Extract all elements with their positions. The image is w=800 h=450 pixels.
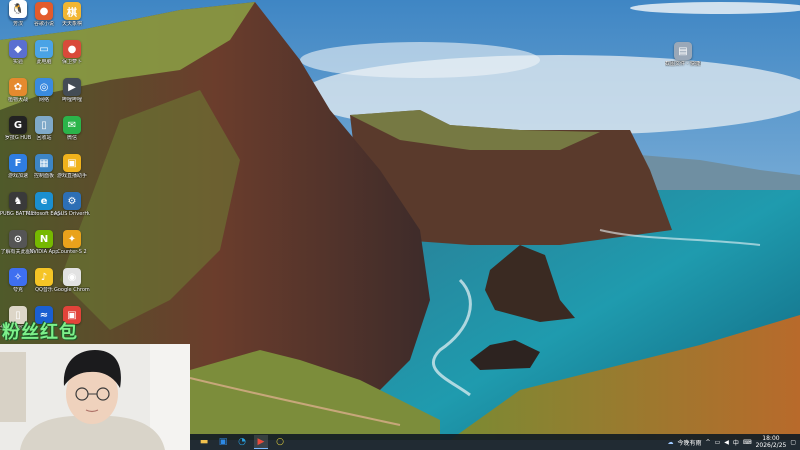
desktop-icon-label: ASUS DriverHub (54, 211, 90, 217)
app-icon: ♞ (9, 192, 27, 210)
app-icon: ▯ (35, 116, 53, 134)
app-icon: N (35, 230, 53, 248)
desktop-icon-screenshot-shortcut[interactable]: ▤ 截图文件 - 快捷方式 (665, 42, 701, 67)
app-icon: ● (63, 40, 81, 58)
taskbar-pinned-apps: ▬ ▣ ◔ ▶ ○ (192, 435, 287, 449)
app-icon: ♪ (35, 268, 53, 286)
app-icon: ▭ (35, 40, 53, 58)
app-icon: ✉ (63, 116, 81, 134)
clock-date: 2026/2/25 (755, 442, 787, 449)
taskbar-clock[interactable]: 18:00 2026/2/25 (756, 435, 787, 449)
app-icon: ◉ (63, 268, 81, 286)
desktop-icon[interactable]: ▶ 哔哩哔哩 (54, 78, 90, 103)
app-icon: ● (35, 2, 53, 20)
desktop-icon-label: 微信 (66, 135, 77, 141)
app-icon: ▶ (63, 78, 81, 96)
desktop-icon-label: 游戏直播助手 (56, 173, 87, 179)
app-icon: F (9, 154, 27, 172)
volume-icon[interactable]: ◀ (724, 439, 729, 446)
weather-text[interactable]: 今晚有雨 (678, 438, 702, 447)
app-icon: ✦ (63, 230, 81, 248)
taskbar: ▬ ▣ ◔ ▶ ○ ☁ 今晚有雨 ^ ▭ ◀ 中 ⌨ 18:00 2026/2/25 ▢ (190, 434, 800, 450)
desktop-icon[interactable]: ✉ 微信 (54, 116, 90, 141)
desktop-icon-label: 天天象棋 (61, 21, 82, 27)
app-icon: ⚙ (63, 192, 81, 210)
network-icon[interactable]: ▭ (715, 439, 721, 446)
app-icon: ◆ (9, 40, 27, 58)
taskbar-app-edge-icon[interactable]: ◔ (235, 435, 249, 449)
desktop-icon[interactable]: 棋天天象棋 (54, 2, 90, 27)
desktop-icon[interactable]: 🐧 (0, 0, 36, 19)
system-tray: ☁ 今晚有雨 ^ ▭ ◀ 中 ⌨ 18:00 2026/2/25 ▢ (668, 434, 796, 450)
app-icon: ▦ (35, 154, 53, 172)
taskbar-app-search-icon[interactable]: ○ (273, 435, 287, 449)
desktop-icon[interactable]: ● 保卫萝卜 (54, 40, 90, 65)
app-icon: ▣ (63, 154, 81, 172)
desktop-icon[interactable]: ⚙ASUS DriverHub (54, 192, 90, 217)
app-icon: ✿ (9, 78, 27, 96)
folder-shortcut-icon: ▤ (674, 42, 692, 60)
notification-icon[interactable]: ▢ (790, 439, 796, 446)
webcam-person-image (0, 344, 190, 450)
app-icon: ✧ (9, 268, 27, 286)
taskbar-app-media-icon[interactable]: ▶ (254, 435, 268, 449)
desktop-icon[interactable]: ◉ Google Chrome (54, 268, 90, 293)
desktop-icon[interactable]: ▣ 游戏直播助手 (54, 154, 90, 179)
webcam-overlay (0, 344, 190, 450)
tray-overflow-chevron-icon[interactable]: ^ (706, 439, 711, 446)
desktop-icon-label: 哔哩哔哩 (61, 97, 82, 103)
taskbar-app-store-icon[interactable]: ▣ (216, 435, 230, 449)
desktop-icon-label: 保卫萝卜 (61, 59, 82, 65)
app-icon: ⊙ (9, 230, 27, 248)
app-icon: e (35, 192, 53, 210)
desktop-icon[interactable]: ✦ Counter-S 2 (54, 230, 90, 255)
app-icon: G (9, 116, 27, 134)
keyboard-icon[interactable]: ⌨ (743, 439, 752, 446)
input-method-indicator[interactable]: 中 (733, 438, 739, 447)
app-icon: 🐧 (9, 0, 27, 18)
fans-red-packet-overlay: 粉丝红包 (2, 322, 78, 343)
desktop-icon-label: Google Chrome (54, 287, 90, 293)
desktop-icon-label: Counter-S 2 (57, 249, 87, 255)
clock-time: 18:00 (762, 435, 780, 442)
app-icon: 棋 (63, 2, 81, 20)
app-icon: ◎ (35, 78, 53, 96)
taskbar-app-file-explorer-icon[interactable]: ▬ (197, 435, 211, 449)
desktop-icon-label: 截图文件 - 快捷方式 (665, 61, 701, 67)
weather-icon[interactable]: ☁ (668, 439, 674, 446)
